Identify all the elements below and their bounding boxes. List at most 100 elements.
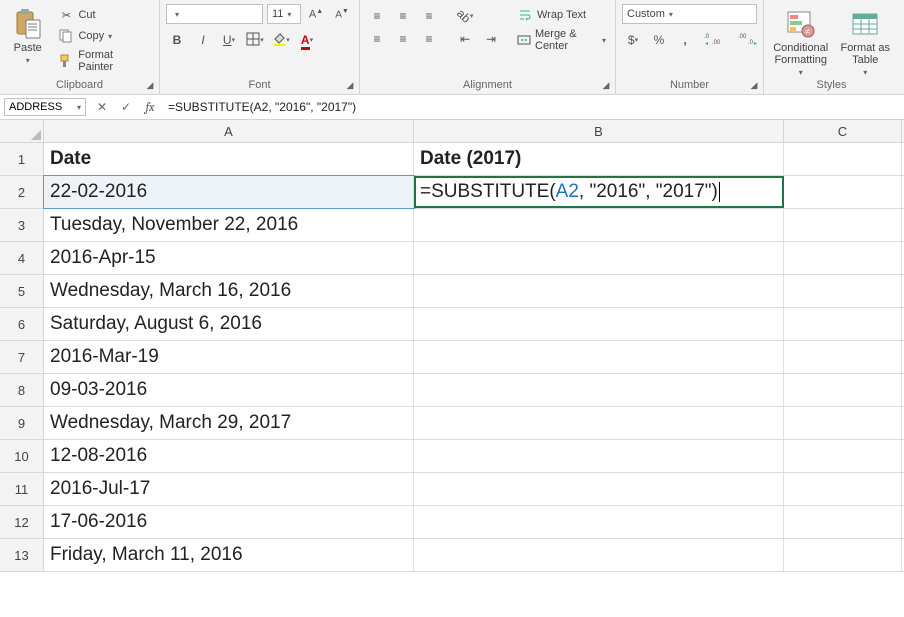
chevron-down-icon: ▾ — [669, 10, 673, 19]
paste-button[interactable]: Paste ▾ — [6, 4, 49, 65]
row-header-1[interactable]: 1 — [0, 143, 44, 175]
row-header-3[interactable]: 3 — [0, 209, 44, 241]
select-all-button[interactable] — [0, 120, 44, 142]
fx-icon[interactable]: fx — [138, 100, 162, 114]
cell-B11[interactable] — [414, 473, 784, 505]
cell-A10[interactable]: 12-08-2016 — [44, 440, 414, 472]
cell-B6[interactable] — [414, 308, 784, 340]
enter-formula-button[interactable]: ✓ — [114, 97, 138, 118]
cell-C7[interactable] — [784, 341, 902, 373]
bold-button[interactable]: B — [166, 30, 188, 50]
cancel-formula-button[interactable]: ✕ — [90, 97, 114, 118]
cell-A12[interactable]: 17-06-2016 — [44, 506, 414, 538]
font-size-combo[interactable]: 11 ▾ — [267, 4, 301, 24]
column-header-B[interactable]: B — [414, 120, 784, 142]
cut-button[interactable]: ✂ Cut — [55, 6, 153, 24]
cut-label: Cut — [78, 9, 95, 21]
cell-B10[interactable] — [414, 440, 784, 472]
percent-button[interactable]: % — [648, 30, 670, 50]
column-header-C[interactable]: C — [784, 120, 902, 142]
cell-A3[interactable]: Tuesday, November 22, 2016 — [44, 209, 414, 241]
cell-C3[interactable] — [784, 209, 902, 241]
dialog-launcher-font[interactable]: ◢ — [343, 78, 357, 92]
cell-A13[interactable]: Friday, March 11, 2016 — [44, 539, 414, 571]
dialog-launcher-alignment[interactable]: ◢ — [599, 78, 613, 92]
formula-input[interactable]: =SUBSTITUTE(A2, "2016", "2017") — [162, 97, 904, 117]
increase-indent-button[interactable]: ⇥ — [480, 29, 502, 49]
borders-button[interactable]: ▾ — [244, 30, 266, 50]
column-header-A[interactable]: A — [44, 120, 414, 142]
align-top-button[interactable]: ≡ — [366, 6, 388, 26]
cell-B13[interactable] — [414, 539, 784, 571]
format-as-table-button[interactable]: Format as Table ▾ — [837, 4, 893, 77]
row-header-9[interactable]: 9 — [0, 407, 44, 439]
row-header-11[interactable]: 11 — [0, 473, 44, 505]
increase-decimal-button[interactable]: .0.00 — [700, 30, 730, 50]
row-header-6[interactable]: 6 — [0, 308, 44, 340]
currency-button[interactable]: $▾ — [622, 30, 644, 50]
cell-A2[interactable]: 22-02-2016 — [44, 176, 414, 208]
wrap-text-button[interactable]: Wrap Text — [514, 6, 609, 24]
conditional-formatting-button[interactable]: ≠ Conditional Formatting ▾ — [770, 4, 831, 77]
align-right-button[interactable]: ≡ — [418, 29, 440, 49]
decrease-indent-button[interactable]: ⇤ — [454, 29, 476, 49]
cell-C2[interactable] — [784, 176, 902, 208]
number-format-combo[interactable]: Custom ▾ — [622, 4, 757, 24]
dialog-launcher-clipboard[interactable]: ◢ — [143, 78, 157, 92]
font-name-combo[interactable]: ▾ — [166, 4, 263, 24]
font-color-button[interactable]: A▾ — [296, 30, 318, 50]
cell-A9[interactable]: Wednesday, March 29, 2017 — [44, 407, 414, 439]
cell-C13[interactable] — [784, 539, 902, 571]
cell-C9[interactable] — [784, 407, 902, 439]
cell-C5[interactable] — [784, 275, 902, 307]
italic-button[interactable]: I — [192, 30, 214, 50]
align-middle-button[interactable]: ≡ — [392, 6, 414, 26]
increase-font-button[interactable]: A▲ — [305, 4, 327, 24]
cell-A6[interactable]: Saturday, August 6, 2016 — [44, 308, 414, 340]
row-header-8[interactable]: 8 — [0, 374, 44, 406]
row-header-2[interactable]: 2 — [0, 176, 44, 208]
cell-B12[interactable] — [414, 506, 784, 538]
dialog-launcher-number[interactable]: ◢ — [747, 78, 761, 92]
row-header-4[interactable]: 4 — [0, 242, 44, 274]
name-box[interactable]: ADDRESS ▾ — [4, 98, 86, 116]
cell-C8[interactable] — [784, 374, 902, 406]
align-bottom-button[interactable]: ≡ — [418, 6, 440, 26]
cell-B3[interactable] — [414, 209, 784, 241]
cell-A1[interactable]: Date — [44, 143, 414, 175]
align-center-button[interactable]: ≡ — [392, 29, 414, 49]
cell-C12[interactable] — [784, 506, 902, 538]
merge-center-button[interactable]: Merge & Center ▾ — [514, 27, 609, 53]
orientation-button[interactable]: ab▾ — [454, 6, 476, 26]
cell-C6[interactable] — [784, 308, 902, 340]
decrease-decimal-button[interactable]: .00.0 — [734, 30, 764, 50]
cell-B1[interactable]: Date (2017) — [414, 143, 784, 175]
cell-A4[interactable]: 2016-Apr-15 — [44, 242, 414, 274]
cell-C11[interactable] — [784, 473, 902, 505]
fill-color-button[interactable]: ▾ — [270, 30, 292, 50]
decrease-font-button[interactable]: A▼ — [331, 4, 353, 24]
align-left-button[interactable]: ≡ — [366, 29, 388, 49]
cell-B2[interactable]: =SUBSTITUTE(A2, "2016", "2017") — [414, 176, 784, 208]
cell-C10[interactable] — [784, 440, 902, 472]
underline-button[interactable]: U▾ — [218, 30, 240, 50]
cell-B7[interactable] — [414, 341, 784, 373]
cell-C4[interactable] — [784, 242, 902, 274]
row-header-5[interactable]: 5 — [0, 275, 44, 307]
row-header-7[interactable]: 7 — [0, 341, 44, 373]
copy-button[interactable]: Copy ▾ — [55, 27, 153, 45]
cell-A5[interactable]: Wednesday, March 16, 2016 — [44, 275, 414, 307]
format-painter-button[interactable]: Format Painter — [55, 48, 153, 74]
cell-B4[interactable] — [414, 242, 784, 274]
cell-A11[interactable]: 2016-Jul-17 — [44, 473, 414, 505]
row-header-12[interactable]: 12 — [0, 506, 44, 538]
row-header-10[interactable]: 10 — [0, 440, 44, 472]
cell-C1[interactable] — [784, 143, 902, 175]
row-header-13[interactable]: 13 — [0, 539, 44, 571]
cell-A8[interactable]: 09-03-2016 — [44, 374, 414, 406]
cell-A7[interactable]: 2016-Mar-19 — [44, 341, 414, 373]
comma-button[interactable]: , — [674, 30, 696, 50]
cell-B8[interactable] — [414, 374, 784, 406]
cell-B5[interactable] — [414, 275, 784, 307]
cell-B9[interactable] — [414, 407, 784, 439]
